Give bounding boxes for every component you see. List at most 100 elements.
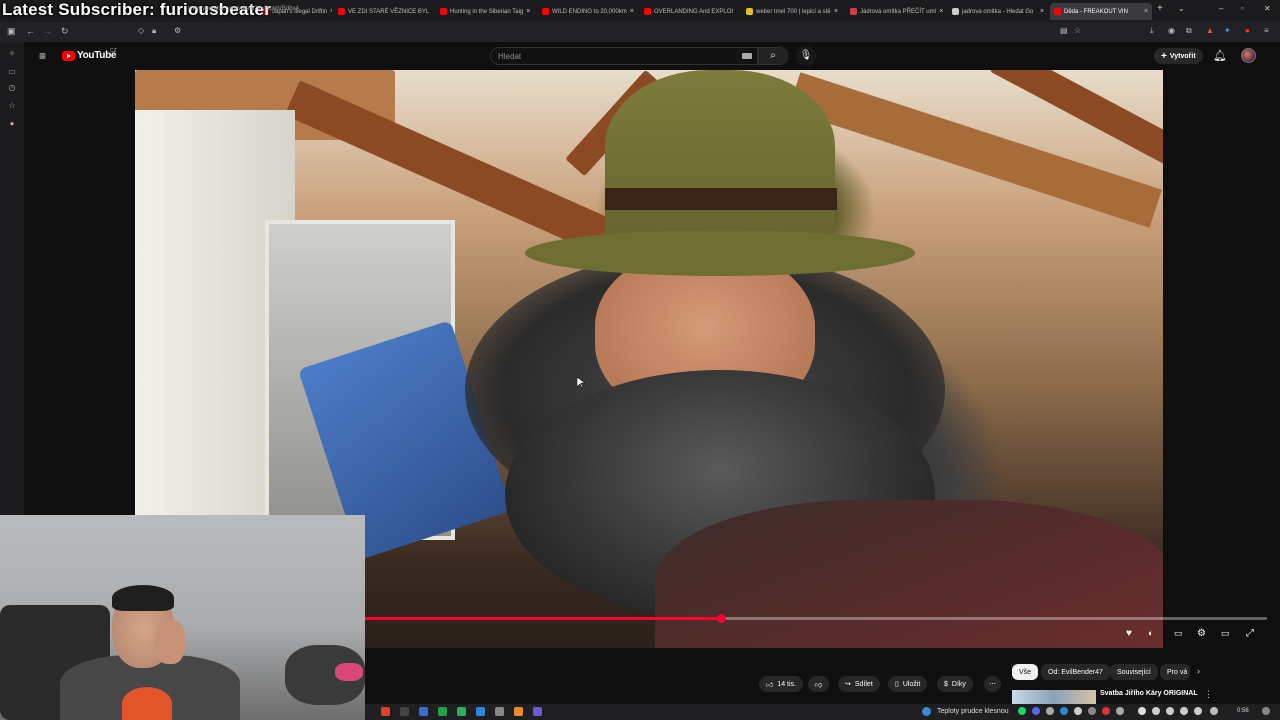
browser-tab[interactable]: VE ZDI STARÉ VĚZNICE BYL× (334, 3, 430, 20)
forward-icon[interactable]: → (43, 26, 52, 36)
url-field[interactable]: www.youtube.com/watch?v=StqntVBdhx4 (188, 6, 299, 12)
progress-scrubber[interactable] (717, 614, 726, 623)
create-button[interactable]: + Vytvořit (1154, 48, 1203, 64)
chip-related[interactable]: Související (1110, 664, 1158, 680)
reload-icon[interactable]: ↻ (61, 26, 69, 37)
autoplay-toggle-icon[interactable]: ◐ (1148, 628, 1153, 638)
browser-tab-active[interactable]: Děda - FREAKOUT VIN × (1050, 3, 1152, 20)
lock-icon[interactable]: 🔒︎ (152, 26, 156, 36)
tray-icon[interactable] (1138, 707, 1146, 715)
battery-icon[interactable] (1194, 707, 1202, 715)
subtitles-icon[interactable]: ▭ (1174, 628, 1183, 639)
recommendation-title[interactable]: Svatba Jiřího Káry ORIGINAL (1100, 690, 1198, 697)
sidebar-wallet-icon[interactable]: ▭ (8, 68, 16, 76)
tray-icon[interactable] (1060, 707, 1068, 715)
extension-icon[interactable]: ● (1245, 26, 1250, 35)
reader-mode-icon[interactable]: ▤ (1060, 26, 1068, 35)
bookmark-star-icon[interactable]: ☆ (1074, 26, 1081, 35)
site-settings-icon[interactable]: ⚙ (174, 26, 181, 35)
dislike-button[interactable]: 👎︎ (808, 676, 830, 692)
tray-icon[interactable] (1088, 707, 1096, 715)
minimize-icon[interactable]: – (1219, 4, 1223, 13)
theater-mode-icon[interactable]: ▭ (1221, 628, 1230, 639)
app-taskbar-icon[interactable] (457, 707, 466, 716)
share-button[interactable]: ↪ Sdílet (838, 676, 880, 692)
app-taskbar-icon[interactable] (533, 707, 542, 716)
back-icon[interactable]: ← (26, 26, 35, 36)
weather-text[interactable]: Teploty prudce klesnou (937, 708, 1009, 715)
brave-taskbar-icon[interactable] (381, 707, 390, 716)
keyboard-icon[interactable] (742, 53, 752, 59)
browser-tab[interactable]: Hunting in the Siberian Taig × (436, 3, 532, 20)
save-label: Uložit (902, 680, 921, 688)
hamburger-menu-icon[interactable]: ≡ (39, 49, 46, 63)
tray-icon[interactable] (1102, 707, 1110, 715)
voice-search-button[interactable]: 🎙︎ (796, 46, 816, 66)
extensions-icon[interactable]: ⧉ (1186, 26, 1192, 36)
close-tab-icon[interactable]: × (330, 8, 332, 15)
app-taskbar-icon[interactable] (514, 707, 523, 716)
close-tab-icon[interactable]: × (526, 8, 530, 15)
chip-for-you[interactable]: Pro vá (1160, 664, 1190, 680)
settings-gear-icon[interactable]: ⚙ (1197, 628, 1206, 639)
new-tab-button[interactable]: + (1157, 3, 1163, 14)
whatsapp-tray-icon[interactable] (1018, 707, 1026, 715)
hat-brim (525, 230, 915, 276)
search-button[interactable]: ⌕ (758, 47, 788, 65)
like-button[interactable]: 👍︎ 14 tis. (759, 676, 804, 692)
extension-icon[interactable]: ▲ (1206, 26, 1214, 35)
sidebar-bookmarks-icon[interactable]: ☆ (8, 102, 16, 110)
app-taskbar-icon[interactable] (400, 707, 409, 716)
chevron-right-icon[interactable]: › (1197, 666, 1200, 676)
close-tab-icon[interactable]: × (1144, 8, 1148, 15)
avatar[interactable] (1241, 48, 1256, 63)
thanks-button[interactable]: $ Díky (937, 676, 973, 692)
app-taskbar-icon[interactable] (476, 707, 485, 716)
download-icon[interactable]: ⤓ (1150, 26, 1154, 36)
discord-tray-icon[interactable] (1032, 707, 1040, 715)
tray-icon[interactable] (1046, 707, 1054, 715)
notifications-bell-icon[interactable]: 🔔︎ (1213, 49, 1227, 62)
browser-tab[interactable]: jadrova omitka - Hledat Go × (948, 3, 1048, 20)
tray-icon[interactable] (1116, 707, 1124, 715)
sidebar-toggle-icon[interactable]: ▣ (7, 26, 16, 37)
extension-icon[interactable]: ✦ (1224, 26, 1231, 35)
close-tab-icon[interactable]: × (630, 8, 634, 15)
close-tab-icon[interactable]: × (834, 8, 838, 15)
fullscreen-icon[interactable]: ⤢ (1246, 628, 1254, 639)
tray-icon[interactable] (1074, 707, 1082, 715)
wifi-icon[interactable] (1166, 707, 1174, 715)
clock[interactable]: 0:56 (1237, 708, 1249, 714)
browser-tab[interactable]: Jádrová omítka PŘEČÍT umí × (846, 3, 944, 20)
account-icon[interactable]: ◉ (1168, 26, 1175, 35)
notification-icon[interactable] (1262, 707, 1270, 715)
menu-icon[interactable]: ≡ (1264, 26, 1269, 35)
browser-tab[interactable]: weber tmel 700 | lepicí a stě × (742, 3, 842, 20)
close-tab-icon[interactable]: × (1040, 8, 1044, 15)
chip-all[interactable]: Vše (1012, 664, 1039, 680)
more-actions-button[interactable]: ⋯ (984, 676, 1001, 692)
tab-list-chevron-icon[interactable]: ⌄ (1178, 4, 1185, 13)
shield-icon[interactable]: ◇ (138, 26, 144, 35)
volume-icon[interactable] (1180, 707, 1188, 715)
youtube-logo-icon[interactable] (62, 51, 75, 61)
maximize-icon[interactable]: ▫ (1241, 4, 1244, 13)
save-button[interactable]: ▯ Uložit (888, 676, 928, 692)
search-input[interactable] (490, 47, 758, 65)
weather-icon[interactable] (922, 707, 931, 716)
language-icon[interactable] (1210, 707, 1218, 715)
sidebar-ai-icon[interactable]: ✧ (8, 50, 16, 58)
more-vertical-icon[interactable]: ⋮ (1204, 689, 1213, 700)
heart-icon[interactable]: ♥ (1126, 628, 1132, 639)
sidebar-history-icon[interactable]: ◷ (8, 84, 16, 92)
tray-icon[interactable] (1152, 707, 1160, 715)
browser-tab[interactable]: OVERLANDING And EXPLOI× (640, 3, 736, 20)
app-taskbar-icon[interactable] (419, 707, 428, 716)
chip-from-channel[interactable]: Od: EvilBender47 (1041, 664, 1110, 680)
app-taskbar-icon[interactable] (495, 707, 504, 716)
close-tab-icon[interactable]: × (939, 8, 943, 15)
sidebar-app-icon[interactable]: ● (8, 120, 16, 128)
browser-tab[interactable]: WILD ENDING to 20,000km × (538, 3, 634, 20)
app-taskbar-icon[interactable] (438, 707, 447, 716)
close-window-icon[interactable]: ✕ (1264, 4, 1271, 13)
